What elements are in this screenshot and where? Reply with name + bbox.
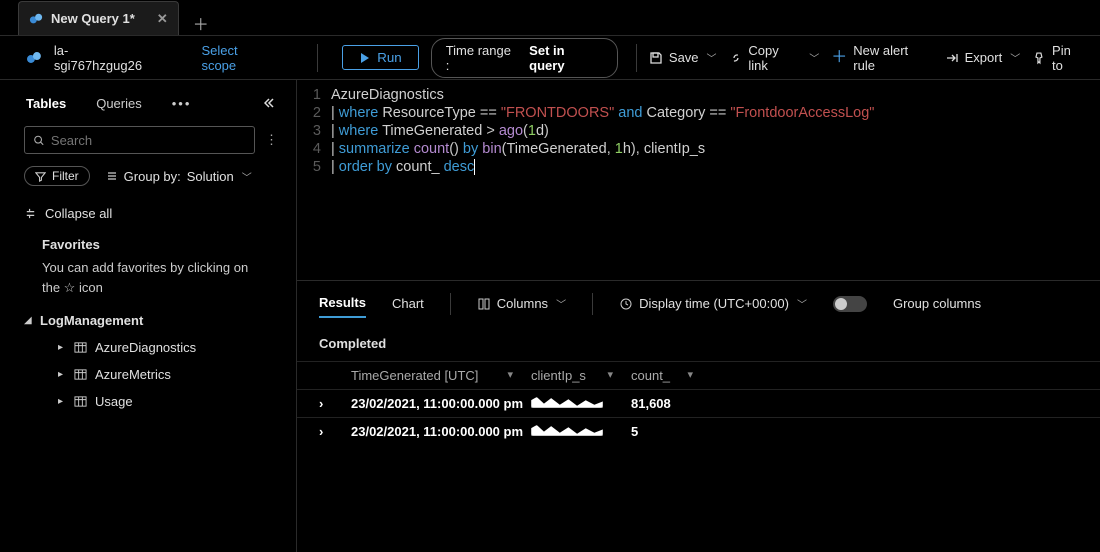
filter-button[interactable]: Filter bbox=[24, 166, 90, 186]
favorites-hint: You can add favorites by clicking on the… bbox=[24, 258, 278, 307]
editor-pane: 1AzureDiagnostics 2| where ResourceType … bbox=[297, 80, 1100, 552]
export-icon bbox=[945, 51, 959, 65]
search-input[interactable] bbox=[24, 126, 255, 154]
search-field[interactable] bbox=[51, 133, 246, 148]
group-columns-label: Group columns bbox=[893, 296, 981, 311]
line-number: 4 bbox=[307, 140, 331, 158]
group-columns-toggle[interactable] bbox=[833, 296, 867, 312]
search-icon bbox=[33, 134, 45, 147]
chevron-down-icon: ﹀ bbox=[242, 169, 252, 184]
link-icon bbox=[729, 51, 743, 65]
section-logmanagement[interactable]: ◢ LogManagement bbox=[24, 307, 278, 334]
expand-row-icon[interactable]: › bbox=[319, 424, 351, 439]
collapse-all-button[interactable]: Collapse all bbox=[24, 200, 278, 227]
copy-link-button[interactable]: Copy link﹀ bbox=[729, 43, 820, 73]
cell-time: 23/02/2021, 11:00:00.000 pm bbox=[351, 396, 531, 411]
filter-icon[interactable]: ▾ bbox=[507, 368, 513, 383]
tab-tables[interactable]: Tables bbox=[26, 96, 66, 111]
line-number: 2 bbox=[307, 104, 331, 122]
tab-queries[interactable]: Queries bbox=[96, 96, 142, 111]
chevron-down-icon: ﹀ bbox=[1010, 50, 1020, 65]
time-range-chip[interactable]: Time range : Set in query bbox=[431, 38, 618, 78]
table-icon bbox=[74, 368, 87, 381]
close-icon[interactable]: ✕ bbox=[157, 11, 168, 27]
col-clientip[interactable]: clientIp_s bbox=[531, 368, 586, 383]
chevron-down-icon: ﹀ bbox=[556, 296, 566, 311]
table-azuremetrics[interactable]: ▸ AzureMetrics bbox=[24, 361, 278, 388]
chevron-down-icon: ﹀ bbox=[707, 50, 717, 65]
results-grid: TimeGenerated [UTC] ▾ clientIp_s ▾ count_ ▾… bbox=[297, 361, 1100, 445]
cell-ip bbox=[531, 424, 631, 439]
sidebar: Tables Queries ••• ⋮ Filter Group by: So… bbox=[0, 80, 297, 552]
caret-right-icon: ▸ bbox=[58, 396, 66, 407]
table-icon bbox=[74, 341, 87, 354]
separator bbox=[317, 44, 318, 72]
play-icon bbox=[359, 52, 371, 64]
caret-down-icon: ◢ bbox=[24, 315, 32, 326]
table-usage[interactable]: ▸ Usage bbox=[24, 388, 278, 415]
display-time-button[interactable]: Display time (UTC+00:00)﹀ bbox=[619, 296, 807, 311]
table-row[interactable]: › 23/02/2021, 11:00:00.000 pm 81,608 bbox=[297, 389, 1100, 417]
cell-count: 81,608 bbox=[631, 396, 711, 411]
col-timegenerated[interactable]: TimeGenerated [UTC] bbox=[351, 368, 478, 383]
run-label: Run bbox=[377, 50, 401, 65]
favorites-heading: Favorites bbox=[24, 227, 278, 258]
cell-time: 23/02/2021, 11:00:00.000 pm bbox=[351, 424, 531, 439]
cell-count: 5 bbox=[631, 424, 711, 439]
command-bar: la-sgi767hzgug26 Select scope Run Time r… bbox=[0, 36, 1100, 80]
filter-icon[interactable]: ▾ bbox=[607, 368, 613, 383]
caret-right-icon: ▸ bbox=[58, 342, 66, 353]
query-tab-title: New Query 1* bbox=[51, 11, 135, 26]
line-number: 3 bbox=[307, 122, 331, 140]
add-tab-button[interactable]: ＋ bbox=[193, 11, 209, 35]
filter-icon bbox=[35, 171, 46, 182]
col-count[interactable]: count_ bbox=[631, 368, 670, 383]
query-tab-icon bbox=[29, 12, 43, 26]
list-icon bbox=[106, 170, 118, 182]
grid-header: TimeGenerated [UTC] ▾ clientIp_s ▾ count_ ▾ bbox=[297, 361, 1100, 389]
caret-right-icon: ▸ bbox=[58, 369, 66, 380]
query-tab[interactable]: New Query 1* ✕ bbox=[18, 1, 179, 35]
line-number: 5 bbox=[307, 158, 331, 176]
plus-icon: ＋ bbox=[831, 52, 847, 64]
expand-row-icon[interactable]: › bbox=[319, 396, 351, 411]
tab-bar: New Query 1* ✕ ＋ bbox=[0, 0, 1100, 36]
new-alert-button[interactable]: ＋ New alert rule bbox=[831, 43, 932, 73]
chevron-down-icon: ﹀ bbox=[797, 296, 807, 311]
time-range-value: Set in query bbox=[529, 43, 603, 73]
query-editor[interactable]: 1AzureDiagnostics 2| where ResourceType … bbox=[297, 80, 1100, 280]
filter-icon[interactable]: ▾ bbox=[687, 368, 693, 383]
collapse-panel-icon[interactable] bbox=[264, 96, 278, 110]
export-button[interactable]: Export﹀ bbox=[945, 50, 1021, 65]
separator bbox=[636, 44, 637, 72]
separator bbox=[450, 293, 451, 315]
workspace-icon bbox=[26, 50, 42, 66]
collapse-all-icon bbox=[24, 207, 37, 220]
columns-button[interactable]: Columns﹀ bbox=[477, 296, 566, 311]
chevron-down-icon: ﹀ bbox=[809, 50, 819, 65]
clock-icon bbox=[619, 297, 633, 311]
run-button[interactable]: Run bbox=[342, 45, 418, 70]
select-scope-link[interactable]: Select scope bbox=[201, 43, 275, 73]
columns-icon bbox=[477, 297, 491, 311]
table-icon bbox=[74, 395, 87, 408]
save-button[interactable]: Save﹀ bbox=[649, 50, 717, 65]
table-azurediagnostics[interactable]: ▸ AzureDiagnostics bbox=[24, 334, 278, 361]
save-icon bbox=[649, 51, 663, 65]
more-button[interactable]: ••• bbox=[172, 96, 192, 111]
time-range-label: Time range : bbox=[446, 43, 518, 73]
group-by-dropdown[interactable]: Group by: Solution ﹀ bbox=[106, 169, 252, 184]
table-row[interactable]: › 23/02/2021, 11:00:00.000 pm 5 bbox=[297, 417, 1100, 445]
pin-button[interactable]: Pin to bbox=[1032, 43, 1085, 73]
results-pane: Results Chart Columns﹀ Display time (UTC… bbox=[297, 280, 1100, 445]
more-vert-icon[interactable]: ⋮ bbox=[265, 132, 278, 148]
separator bbox=[592, 293, 593, 315]
tab-chart[interactable]: Chart bbox=[392, 290, 424, 317]
tab-results[interactable]: Results bbox=[319, 289, 366, 318]
line-number: 1 bbox=[307, 86, 331, 104]
cell-ip bbox=[531, 396, 631, 411]
workspace-name: la-sgi767hzgug26 bbox=[54, 43, 156, 73]
pin-icon bbox=[1032, 51, 1046, 65]
query-status: Completed bbox=[297, 326, 1100, 361]
